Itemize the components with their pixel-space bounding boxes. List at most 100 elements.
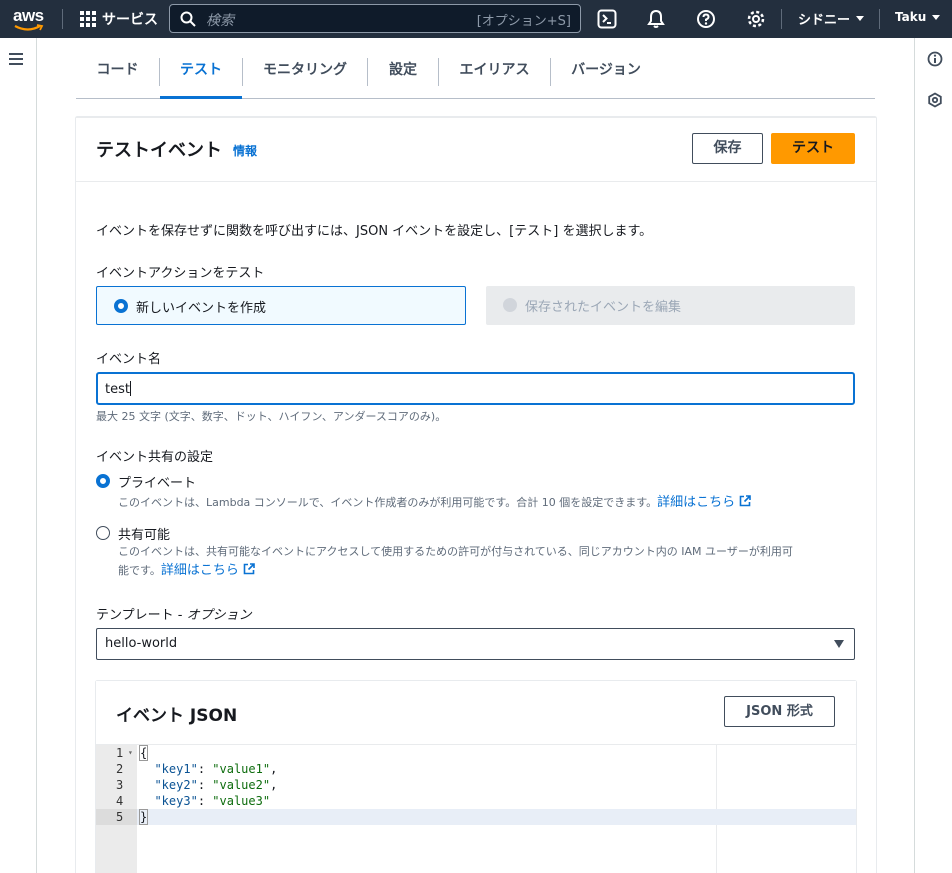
shareable-label[interactable]: 共有可能: [118, 524, 170, 543]
private-label[interactable]: プライベート: [118, 472, 196, 491]
shareable-description-line1: このイベントは、共有可能なイベントにアクセスして使用するための許可が付与されてい…: [118, 545, 793, 558]
tab-monitoring[interactable]: モニタリング: [243, 52, 367, 98]
chevron-down-icon: [856, 16, 865, 21]
learn-more-link[interactable]: 詳細はこちら: [657, 495, 751, 510]
tab-test[interactable]: テスト: [160, 52, 242, 99]
tab-aliases[interactable]: エイリアス: [439, 52, 550, 98]
line-number: 5: [96, 809, 137, 825]
code-line: 2 "key1": "value1",: [96, 761, 856, 777]
line-number: 3: [116, 778, 124, 792]
private-description: このイベントは、Lambda コンソールで、イベント作成者のみが利用可能です。合…: [118, 493, 751, 512]
menu-hamburger-icon[interactable]: [9, 53, 23, 65]
dropdown-caret-icon: [834, 640, 844, 648]
tab-code[interactable]: コード: [76, 52, 159, 98]
code-text: "key2": "value2",: [154, 778, 278, 792]
template-select[interactable]: hello-world: [96, 628, 855, 660]
line-number: 2: [116, 762, 124, 776]
shareable-description: このイベントは、共有可能なイベントにアクセスして使用するための許可が付与されてい…: [118, 542, 858, 580]
function-tabs: コード テスト モニタリング 設定 エイリアス バージョン: [76, 52, 875, 99]
region-selector[interactable]: シドニー: [798, 9, 865, 28]
learn-more-text: 詳細はこちら: [160, 563, 239, 578]
json-key: "key3": [154, 794, 198, 808]
aws-logo-text: aws: [13, 6, 44, 25]
hexagon-settings-icon[interactable]: [927, 92, 943, 108]
code-text: "key1": "value1",: [154, 762, 278, 776]
code-text: "key3": "value3": [154, 794, 271, 808]
code-bracket: }: [138, 809, 149, 825]
search-input[interactable]: 検索: [206, 10, 234, 30]
code-line: 1 ▾ {: [96, 745, 856, 761]
services-grid-icon: [80, 11, 96, 27]
json-value: "value1": [212, 762, 271, 776]
nav-divider: [879, 9, 880, 29]
code-text: }: [138, 809, 149, 825]
tab-versions[interactable]: バージョン: [551, 52, 661, 98]
text-cursor: [129, 381, 131, 396]
notifications-bell-icon[interactable]: [646, 9, 666, 29]
event-json-container: イベント JSON JSON 形式 1 ▾ { 2 "key1": "value…: [96, 681, 856, 873]
event-name-value: test: [105, 382, 130, 397]
json-key: "key2": [154, 778, 198, 792]
help-icon[interactable]: [696, 9, 716, 29]
info-panel-icon[interactable]: [927, 51, 943, 67]
json-value: "value2": [212, 778, 271, 792]
nav-divider: [62, 9, 63, 29]
panel-header: テストイベント 情報 保存 テスト: [76, 118, 876, 182]
json-code-editor[interactable]: 1 ▾ { 2 "key1": "value1", 3 "key2": "val…: [96, 744, 856, 873]
edit-saved-event-tile: 保存されたイベントを編集: [486, 286, 855, 325]
aws-logo[interactable]: aws: [12, 6, 48, 32]
search-bar[interactable]: 検索 [オプション+S]: [169, 4, 581, 33]
account-menu[interactable]: Taku: [895, 10, 941, 24]
json-key: "key1": [154, 762, 198, 776]
create-new-event-radio[interactable]: [114, 299, 128, 313]
edit-saved-event-radio: [503, 298, 517, 312]
test-button[interactable]: テスト: [771, 133, 855, 164]
json-format-button[interactable]: JSON 形式: [724, 696, 835, 727]
private-radio[interactable]: [96, 474, 110, 488]
search-shortcut-hint: [オプション+S]: [476, 14, 571, 29]
template-selected-value: hello-world: [105, 636, 178, 651]
right-side-rail: [914, 38, 952, 873]
template-label: テンプレート - オプション: [96, 604, 252, 623]
json-comma: ,: [270, 762, 278, 776]
external-link-icon: [739, 495, 751, 507]
region-label: シドニー: [798, 13, 851, 28]
event-name-hint: 最大 25 文字 (文字、数字、ドット、ハイフン、アンダースコアのみ)。: [96, 410, 447, 423]
event-sharing-label: イベント共有の設定: [96, 450, 214, 465]
edit-saved-event-label: 保存されたイベントを編集: [525, 300, 682, 315]
external-link-icon: [243, 563, 255, 575]
code-text: {: [138, 745, 149, 761]
learn-more-link[interactable]: 詳細はこちら: [161, 563, 255, 578]
learn-more-text: 詳細はこちら: [657, 495, 736, 510]
event-json-title: イベント JSON: [116, 706, 238, 726]
panel-title: テストイベント: [96, 140, 222, 161]
line-number: 4: [116, 794, 124, 808]
create-new-event-label: 新しいイベントを作成: [136, 301, 267, 316]
search-icon: [180, 11, 196, 27]
test-action-label: イベントアクションをテスト: [96, 266, 265, 281]
code-line: 4 "key3": "value3": [96, 793, 856, 809]
json-comma: ,: [270, 778, 278, 792]
shareable-description-line2: 能です。: [118, 564, 161, 577]
shareable-radio[interactable]: [96, 526, 110, 540]
chevron-down-icon: [932, 14, 941, 20]
tab-settings[interactable]: 設定: [368, 52, 438, 98]
event-name-input[interactable]: test: [96, 372, 855, 405]
create-new-event-tile[interactable]: 新しいイベントを作成: [96, 286, 466, 325]
private-description-text: このイベントは、Lambda コンソールで、イベント作成者のみが利用可能です。合…: [118, 496, 658, 509]
info-link[interactable]: 情報: [233, 142, 257, 159]
code-line: 3 "key2": "value2",: [96, 777, 856, 793]
code-line-active: 5 }: [96, 809, 856, 825]
code-bracket: {: [138, 745, 149, 761]
fold-toggle-icon[interactable]: ▾: [128, 745, 133, 761]
user-name: Taku: [895, 10, 927, 24]
services-label: サービス: [102, 12, 158, 28]
services-menu[interactable]: サービス: [80, 8, 158, 30]
top-navigation: aws サービス 検索 [オプション+S] シドニー Taku: [0, 0, 952, 38]
save-button[interactable]: 保存: [692, 133, 763, 164]
template-label-text: テンプレート -: [96, 608, 187, 623]
nav-divider: [781, 9, 782, 29]
settings-gear-icon[interactable]: [746, 9, 766, 29]
aws-smile-icon: [14, 24, 44, 31]
cloudshell-icon[interactable]: [597, 9, 617, 29]
